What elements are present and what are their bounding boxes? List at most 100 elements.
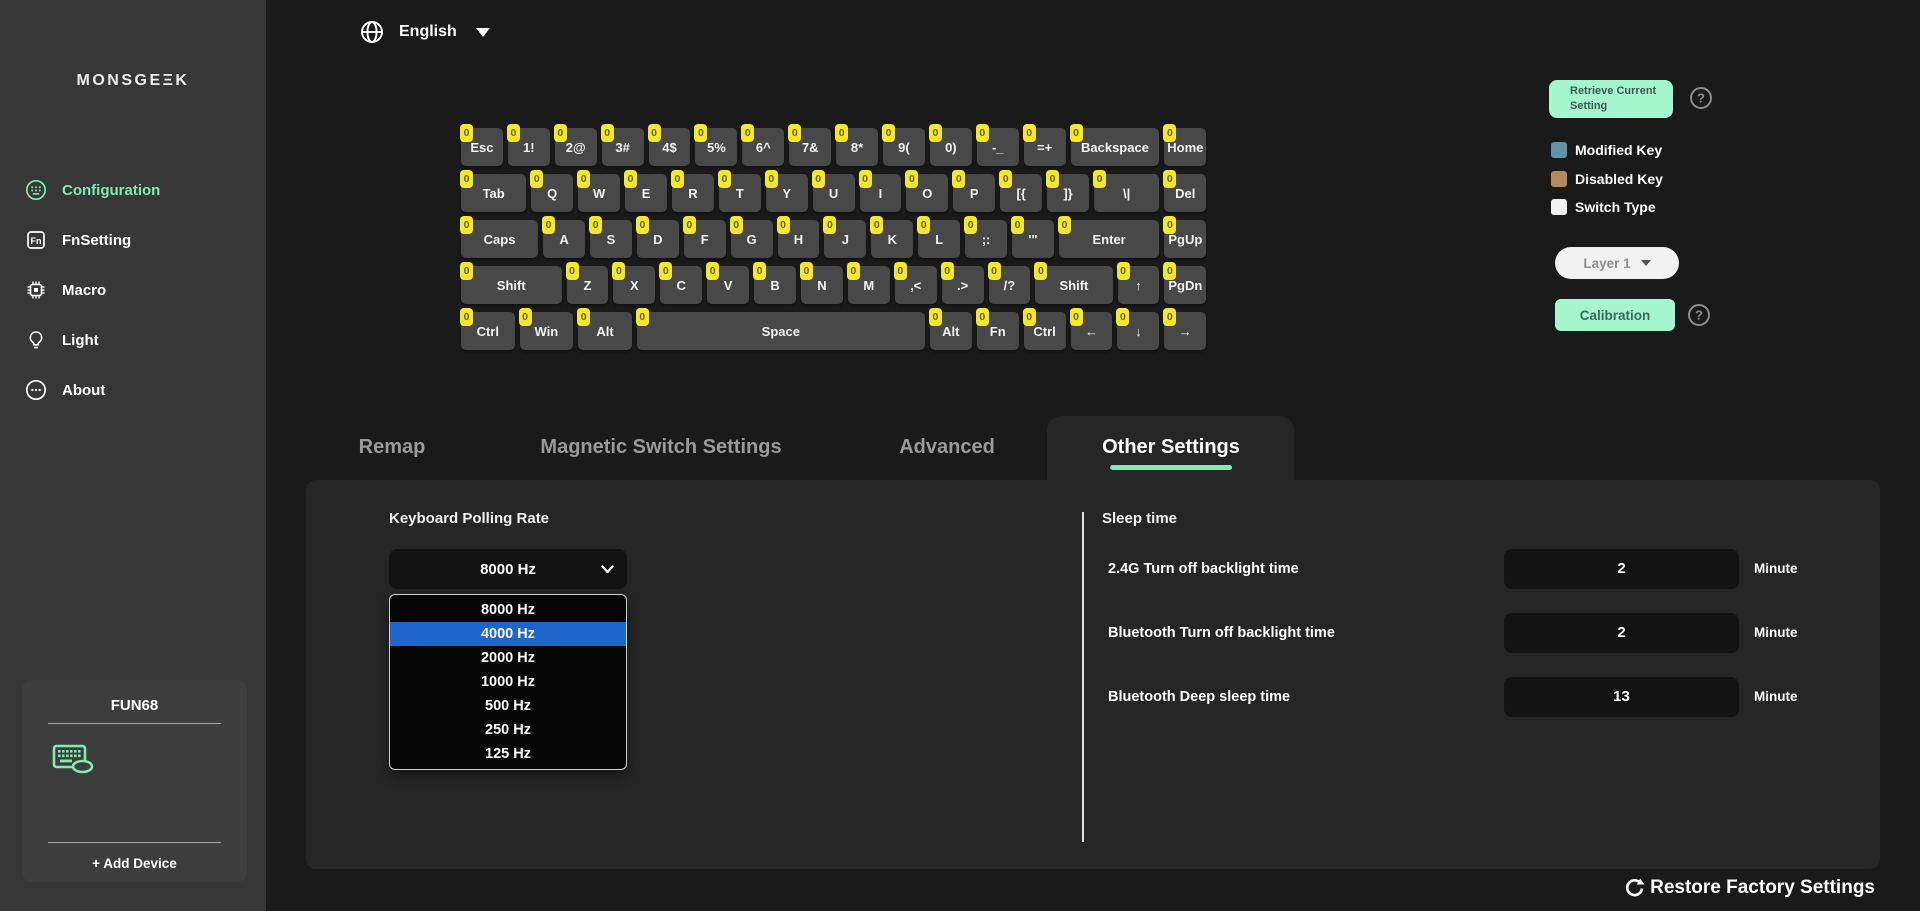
tab-magnetic-switch-settings[interactable]: Magnetic Switch Settings [540,416,781,480]
retrieve-current-setting-button[interactable]: Retrieve Current Setting [1549,80,1673,118]
key-symbol[interactable]: 0↓ [1117,312,1159,350]
key-y[interactable]: 0Y [766,174,808,212]
key-v[interactable]: 0V [707,266,749,304]
key-c[interactable]: 0C [660,266,702,304]
polling-rate-option[interactable]: 500 Hz [390,694,626,718]
key-symbol[interactable]: 0]} [1047,174,1089,212]
key-b[interactable]: 0B [754,266,796,304]
sleep-setting-value-input[interactable]: 2 [1504,549,1739,589]
question-icon[interactable]: ? [1689,86,1713,115]
key-s[interactable]: 0S [590,220,632,258]
sleep-setting-value-input[interactable]: 13 [1504,677,1739,717]
key-ctrl[interactable]: 0Ctrl [1024,312,1066,350]
key-symbol[interactable]: 0,< [895,266,937,304]
key-symbol[interactable]: 0-_ [977,128,1019,166]
tab-remap[interactable]: Remap [359,416,426,480]
key-layer-badge: 0 [765,170,778,188]
key-4[interactable]: 04$ [649,128,691,166]
sidebar-item-light[interactable]: Light [0,315,266,365]
key-6[interactable]: 06^ [742,128,784,166]
question-icon[interactable]: ? [1687,303,1711,332]
key-label: M [863,278,874,293]
key-alt[interactable]: 0Alt [930,312,972,350]
key-backspace[interactable]: 0Backspace [1071,128,1160,166]
key-0[interactable]: 00) [930,128,972,166]
key-symbol[interactable]: 0↑ [1118,266,1160,304]
key-2[interactable]: 02@ [555,128,597,166]
key-n[interactable]: 0N [801,266,843,304]
sidebar-item-fnsetting[interactable]: FnFnSetting [0,215,266,265]
key-r[interactable]: 0R [672,174,714,212]
keyboard-device-icon[interactable] [52,742,94,779]
key-z[interactable]: 0Z [567,266,609,304]
key-enter[interactable]: 0Enter [1059,220,1160,258]
key-1[interactable]: 01! [508,128,550,166]
key-symbol[interactable]: 0/? [989,266,1031,304]
key-fn[interactable]: 0Fn [977,312,1019,350]
key-ctrl[interactable]: 0Ctrl [461,312,515,350]
key-x[interactable]: 0X [613,266,655,304]
key-symbol[interactable]: 0=+ [1024,128,1066,166]
key-o[interactable]: 0O [906,174,948,212]
tab-advanced[interactable]: Advanced [899,416,995,480]
key-home[interactable]: 0Home [1164,128,1206,166]
key-win[interactable]: 0Win [520,312,574,350]
key-layer-badge: 0 [1163,262,1176,280]
key-d[interactable]: 0D [637,220,679,258]
key-symbol[interactable]: 0[{ [1000,174,1042,212]
key-symbol[interactable]: 0\| [1094,174,1159,212]
polling-rate-option[interactable]: 8000 Hz [390,598,626,622]
key-e[interactable]: 0E [625,174,667,212]
key-3[interactable]: 03# [602,128,644,166]
sidebar-item-about[interactable]: About [0,365,266,415]
key-space[interactable]: 0Space [637,312,925,350]
key-f[interactable]: 0F [684,220,726,258]
key-shift[interactable]: 0Shift [461,266,562,304]
polling-rate-option[interactable]: 2000 Hz [390,646,626,670]
sleep-setting-value-input[interactable]: 2 [1504,613,1739,653]
key-symbol[interactable]: 0'" [1012,220,1054,258]
key-pgup[interactable]: 0PgUp [1164,220,1206,258]
polling-rate-option[interactable]: 4000 Hz [390,622,626,646]
key-del[interactable]: 0Del [1164,174,1206,212]
key-j[interactable]: 0J [824,220,866,258]
key-t[interactable]: 0T [719,174,761,212]
key-h[interactable]: 0H [778,220,820,258]
key-caps[interactable]: 0Caps [461,220,538,258]
key-esc[interactable]: 0Esc [461,128,503,166]
polling-rate-select[interactable]: 8000 Hz [389,549,627,589]
add-device-button[interactable]: + Add Device [22,856,247,871]
key-8[interactable]: 08* [836,128,878,166]
key-9[interactable]: 09( [883,128,925,166]
key-g[interactable]: 0G [731,220,773,258]
calibration-button[interactable]: Calibration [1555,299,1675,331]
sidebar-item-macro[interactable]: Macro [0,265,266,315]
polling-rate-option[interactable]: 250 Hz [390,718,626,742]
key-tab[interactable]: 0Tab [461,174,526,212]
key-shift[interactable]: 0Shift [1035,266,1112,304]
key-m[interactable]: 0M [848,266,890,304]
key-p[interactable]: 0P [953,174,995,212]
key-q[interactable]: 0Q [531,174,573,212]
polling-rate-option[interactable]: 1000 Hz [390,670,626,694]
polling-rate-option[interactable]: 125 Hz [390,742,626,766]
key-symbol[interactable]: 0→ [1164,312,1206,350]
restore-factory-settings-button[interactable]: Restore Factory Settings [1624,877,1875,899]
key-w[interactable]: 0W [578,174,620,212]
key-symbol[interactable]: 0;: [965,220,1007,258]
key-u[interactable]: 0U [813,174,855,212]
key-symbol[interactable]: 0← [1071,312,1113,350]
key-7[interactable]: 07& [789,128,831,166]
key-alt[interactable]: 0Alt [578,312,632,350]
key-a[interactable]: 0A [543,220,585,258]
key-l[interactable]: 0L [918,220,960,258]
key-5[interactable]: 05% [695,128,737,166]
key-symbol[interactable]: 0.> [942,266,984,304]
tab-other-settings[interactable]: Other Settings [1102,416,1240,480]
key-k[interactable]: 0K [871,220,913,258]
language-selector[interactable]: English [360,20,490,44]
key-i[interactable]: 0I [860,174,902,212]
layer-select[interactable]: Layer 1 [1555,247,1679,279]
sidebar-item-configuration[interactable]: Configuration [0,165,266,215]
key-pgdn[interactable]: 0PgDn [1164,266,1206,304]
